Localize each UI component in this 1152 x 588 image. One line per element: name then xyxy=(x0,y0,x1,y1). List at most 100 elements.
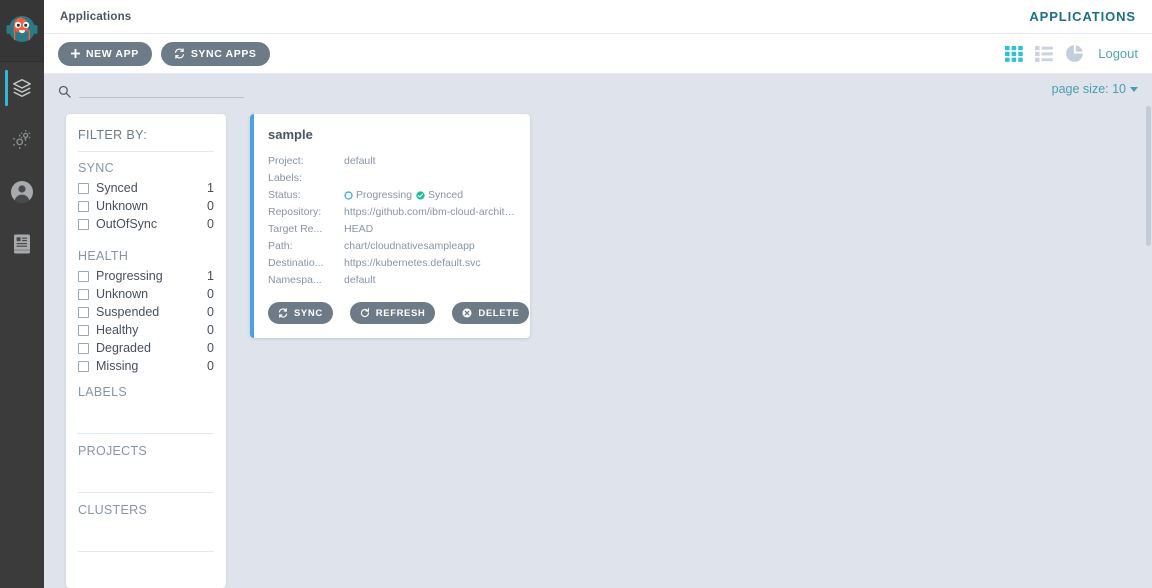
field-label: Namespa... xyxy=(268,274,322,286)
field-project: Project: default xyxy=(268,153,516,170)
user-icon xyxy=(9,179,35,205)
filter-row-missing[interactable]: Missing 0 xyxy=(78,357,214,375)
main-region: Applications APPLICATIONS NEW APP SYNC A… xyxy=(44,0,1152,588)
sync-apps-button[interactable]: SYNC APPS xyxy=(160,41,270,66)
field-repository: Repository: https://github.com/ibm-cloud… xyxy=(268,204,516,221)
sync-button[interactable]: SYNC xyxy=(268,302,333,324)
layers-icon xyxy=(11,77,33,99)
filter-label: Degraded xyxy=(96,341,151,355)
progressing-icon xyxy=(344,191,353,200)
refresh-button[interactable]: REFRESH xyxy=(349,302,436,324)
checkbox-icon[interactable] xyxy=(78,360,89,372)
filter-label: Synced xyxy=(96,181,138,195)
new-app-button[interactable]: NEW APP xyxy=(58,41,152,66)
filter-count: 0 xyxy=(207,217,214,231)
filter-group-sync: SYNC Synced 1 Unknown 0 OutOfSync 0 xyxy=(78,161,214,233)
summary-view-button[interactable] xyxy=(1065,44,1084,63)
filter-row-outofsync[interactable]: OutOfSync 0 xyxy=(78,215,214,233)
plus-icon xyxy=(71,49,80,58)
filter-section-clusters[interactable]: CLUSTERS xyxy=(78,503,214,552)
field-value xyxy=(344,170,516,187)
delete-button-label: DELETE xyxy=(478,307,520,319)
field-destination: Destinatio... https://kubernetes.default… xyxy=(268,255,516,272)
search-input[interactable] xyxy=(79,80,244,98)
field-label: Labels: xyxy=(268,172,302,184)
logout-button[interactable]: Logout xyxy=(1096,46,1138,61)
field-labels: Labels: xyxy=(268,170,516,187)
filter-by-title: FILTER BY: xyxy=(78,128,214,152)
breadcrumb[interactable]: Applications xyxy=(60,11,131,23)
filter-label: Suspended xyxy=(96,305,160,319)
filter-count: 0 xyxy=(207,287,214,301)
filter-count: 0 xyxy=(207,341,214,355)
field-target-revision: Target Re... HEAD xyxy=(268,221,516,238)
sidebar-item-user-info[interactable] xyxy=(0,166,44,218)
field-label: Destinatio... xyxy=(268,257,324,269)
filter-section-title: LABELS xyxy=(78,385,128,399)
sync-icon xyxy=(278,308,288,318)
page-size-selector[interactable]: page size: 10 xyxy=(1052,82,1138,96)
filter-row-healthy[interactable]: Healthy 0 xyxy=(78,321,214,339)
checkbox-icon[interactable] xyxy=(78,182,89,194)
field-label: Repository: xyxy=(268,206,322,218)
filter-row-synced[interactable]: Synced 1 xyxy=(78,179,214,197)
vertical-scrollbar[interactable] xyxy=(1146,106,1151,246)
filter-count: 1 xyxy=(207,181,214,195)
sync-apps-label: SYNC APPS xyxy=(190,47,257,60)
filter-count: 0 xyxy=(207,305,214,319)
filter-section-projects[interactable]: PROJECTS xyxy=(78,444,214,493)
checkbox-icon[interactable] xyxy=(78,306,89,318)
refresh-button-label: REFRESH xyxy=(375,307,426,319)
delete-button[interactable]: DELETE xyxy=(452,302,530,324)
new-app-label: NEW APP xyxy=(86,47,139,60)
checkbox-icon[interactable] xyxy=(78,218,89,230)
sync-icon xyxy=(174,48,185,59)
filter-label: OutOfSync xyxy=(96,217,158,231)
book-icon xyxy=(12,233,32,255)
checkbox-icon[interactable] xyxy=(78,324,89,336)
argo-octopus-logo[interactable] xyxy=(0,0,44,62)
filter-section-labels[interactable]: LABELS xyxy=(78,385,214,434)
filter-label: Missing xyxy=(96,359,139,373)
checkbox-icon[interactable] xyxy=(78,342,89,354)
refresh-icon xyxy=(360,308,370,318)
status-badges: Progressing Synced xyxy=(344,187,516,204)
synced-check-icon xyxy=(416,191,425,200)
search-group xyxy=(58,80,244,98)
sidebar-item-applications[interactable] xyxy=(0,62,44,114)
tiles-view-button[interactable] xyxy=(1005,45,1024,62)
health-status-badge[interactable]: Progressing xyxy=(344,187,412,204)
breadcrumb-bar: Applications APPLICATIONS xyxy=(44,0,1152,34)
checkbox-icon[interactable] xyxy=(78,270,89,282)
health-status-label: Progressing xyxy=(356,189,413,201)
filter-row-progressing[interactable]: Progressing 1 xyxy=(78,267,214,285)
application-card[interactable]: sample Project: default Labels: Status: xyxy=(250,114,530,338)
filter-label: Progressing xyxy=(96,269,163,283)
page-title: APPLICATIONS xyxy=(1029,9,1136,24)
list-view-button[interactable] xyxy=(1035,45,1054,62)
sidebar-item-settings[interactable] xyxy=(0,114,44,166)
sync-status-badge[interactable]: Synced xyxy=(416,187,463,204)
application-name: sample xyxy=(268,127,313,142)
filter-row-degraded[interactable]: Degraded 0 xyxy=(78,339,214,357)
search-row: page size: 10 xyxy=(44,74,1152,104)
checkbox-icon[interactable] xyxy=(78,200,89,212)
page-size-label: page size: 10 xyxy=(1051,82,1126,96)
filter-row-suspended[interactable]: Suspended 0 xyxy=(78,303,214,321)
filter-label: Unknown xyxy=(96,199,149,213)
filter-section-title: CLUSTERS xyxy=(78,503,148,517)
delete-icon xyxy=(462,308,472,318)
gears-icon xyxy=(11,129,33,151)
sidebar-item-documentation[interactable] xyxy=(0,218,44,270)
filter-row-unknown[interactable]: Unknown 0 xyxy=(78,197,214,215)
sync-button-label: SYNC xyxy=(294,307,323,319)
toolbar: NEW APP SYNC APPS Logout xyxy=(44,34,1152,74)
filter-row-unknown-health[interactable]: Unknown 0 xyxy=(78,285,214,303)
filter-group-title: SYNC xyxy=(78,161,114,175)
sync-status-label: Synced xyxy=(428,189,464,201)
field-value: default xyxy=(344,155,376,167)
checkbox-icon[interactable] xyxy=(78,288,89,300)
search-icon xyxy=(58,85,71,98)
filters-panel: FILTER BY: SYNC Synced 1 Unknown 0 OutOf… xyxy=(66,114,226,588)
